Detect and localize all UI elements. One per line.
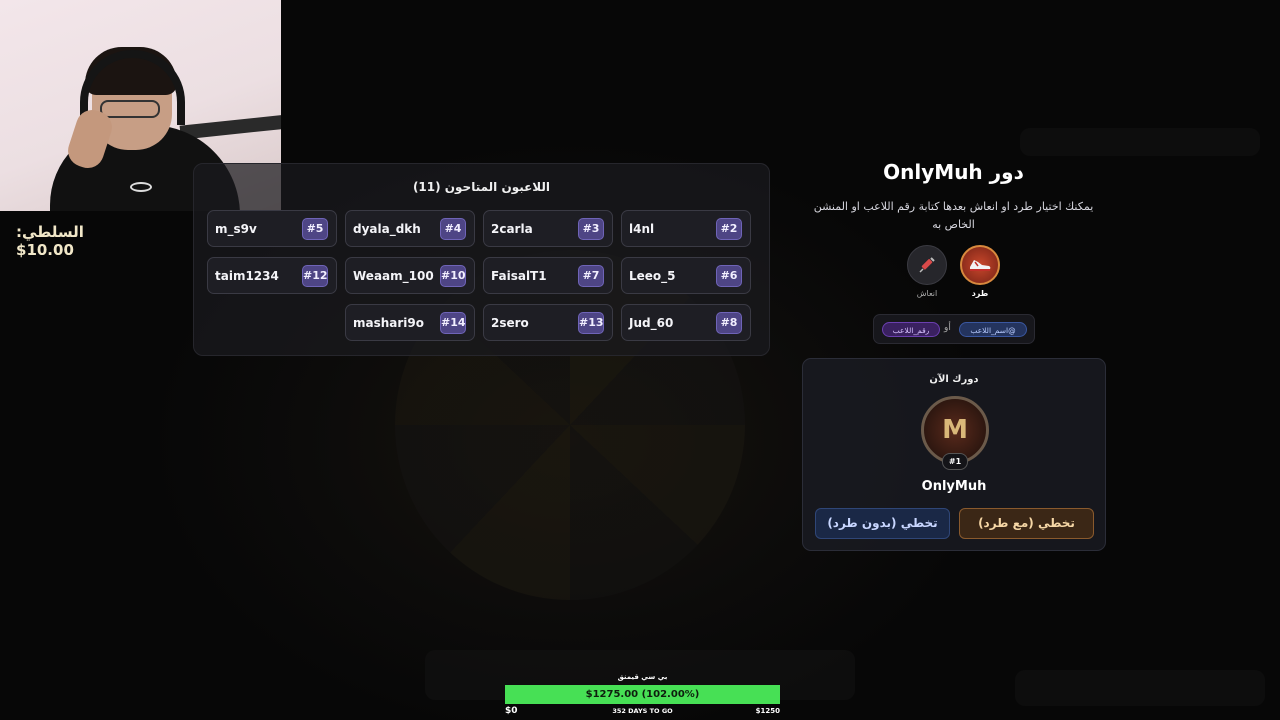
player-card[interactable]: Weaam_100 #10: [345, 257, 475, 294]
skip-without-kick-button[interactable]: تخطي (بدون طرد): [815, 508, 950, 539]
skip-with-kick-button[interactable]: تخطي (مع طرد): [959, 508, 1094, 539]
mention-hint: @اسم_اللاعب أو رقم_اللاعب: [873, 314, 1035, 344]
player-name: dyala_dkh: [353, 222, 421, 236]
turn-description: يمكنك اختيار طرد او انعاش بعدها كتابة رق…: [813, 200, 1094, 231]
player-number-badge: #6: [716, 265, 742, 287]
goal-max-label: $1250: [755, 707, 780, 715]
player-number-badge: #8: [716, 312, 742, 334]
player-card[interactable]: 2carla #3: [483, 210, 613, 247]
current-turn-title: دورك الآن: [929, 374, 979, 385]
players-title: اللاعبون المتاحون (11): [412, 180, 551, 194]
player-name: Weaam_100: [353, 269, 434, 283]
avatar-number-badge: #1: [942, 453, 968, 470]
balance-text: السلطي: 10.00$: [16, 223, 84, 259]
player-name: Jud_60: [629, 316, 674, 330]
player-name: mashari9o: [353, 316, 425, 330]
goal-progress-bar: $1275.00 (102.00%): [505, 685, 780, 704]
player-name: Leeo_5: [629, 269, 676, 283]
player-card[interactable]: dyala_dkh #4: [345, 210, 475, 247]
current-turn-card: دورك الآن M #1 OnlyMuh تخطي (مع طرد) تخط…: [802, 358, 1106, 551]
player-card[interactable]: m_s9v #5: [207, 210, 337, 247]
goal-progress-text: $1275.00 (102.00%): [585, 689, 700, 700]
current-player-name: OnlyMuh: [921, 479, 987, 494]
syringe-icon: [907, 245, 947, 285]
player-card[interactable]: 2sero #13: [483, 304, 613, 341]
player-name: FaisalT1: [491, 269, 547, 283]
turn-title: دور OnlyMuh: [883, 160, 1024, 184]
revive-label: انعاش: [916, 289, 938, 298]
player-name: 2sero: [491, 316, 529, 330]
player-name-chip: @اسم_اللاعب: [959, 322, 1027, 337]
player-name: l4nl: [629, 222, 655, 236]
player-card[interactable]: mashari9o #14: [345, 304, 475, 341]
player-name: taim1234: [215, 269, 279, 283]
player-number-chip: رقم_اللاعب: [882, 322, 940, 337]
player-card[interactable]: l4nl #2: [621, 210, 751, 247]
player-name: 2carla: [491, 222, 533, 236]
player-card[interactable]: taim1234 #12: [207, 257, 337, 294]
player-number-badge: #14: [440, 312, 466, 334]
player-card[interactable]: Leeo_5 #6: [621, 257, 751, 294]
avatar-logo-icon: M: [942, 415, 968, 445]
available-players-panel: اللاعبون المتاحون (11) m_s9v #5 dyala_dk…: [193, 163, 770, 356]
goal-title: بي سي قيمنق: [617, 673, 668, 681]
player-number-badge: #5: [302, 218, 328, 240]
player-name: m_s9v: [215, 222, 257, 236]
kick-action[interactable]: طرد: [958, 245, 1002, 298]
player-number-badge: #4: [440, 218, 466, 240]
goal-days-left: 352 DAYS TO GO: [612, 707, 673, 715]
player-number-badge: #13: [578, 312, 604, 334]
background-panel: [1020, 128, 1260, 156]
or-text: أو: [944, 323, 951, 333]
player-number-badge: #12: [302, 265, 328, 287]
player-card[interactable]: Jud_60 #8: [621, 304, 751, 341]
player-number-badge: #3: [578, 218, 604, 240]
player-card[interactable]: FaisalT1 #7: [483, 257, 613, 294]
player-number-badge: #2: [716, 218, 742, 240]
background-panel: [1015, 670, 1265, 706]
kick-label: طرد: [971, 289, 989, 298]
player-number-badge: #7: [578, 265, 604, 287]
revive-action[interactable]: انعاش: [905, 245, 949, 298]
sneaker-icon: [960, 245, 1000, 285]
player-number-badge: #10: [440, 265, 466, 287]
